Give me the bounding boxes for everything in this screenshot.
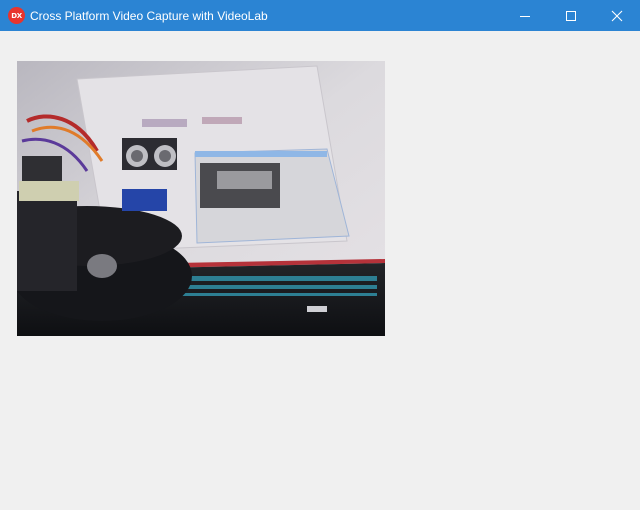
close-icon xyxy=(611,10,623,21)
minimize-icon xyxy=(520,15,530,17)
app-logo-text: DX xyxy=(11,11,22,20)
title-bar[interactable]: DX Cross Platform Video Capture with Vid… xyxy=(0,0,640,31)
video-capture-view xyxy=(17,61,385,336)
minimize-button[interactable] xyxy=(502,0,548,31)
camera-feed-image xyxy=(17,61,385,336)
window-title: Cross Platform Video Capture with VideoL… xyxy=(30,8,268,23)
app-window: DX Cross Platform Video Capture with Vid… xyxy=(0,0,640,510)
close-button[interactable] xyxy=(594,0,640,31)
maximize-button[interactable] xyxy=(548,0,594,31)
app-logo-icon: DX xyxy=(8,7,25,24)
maximize-icon xyxy=(566,10,576,21)
